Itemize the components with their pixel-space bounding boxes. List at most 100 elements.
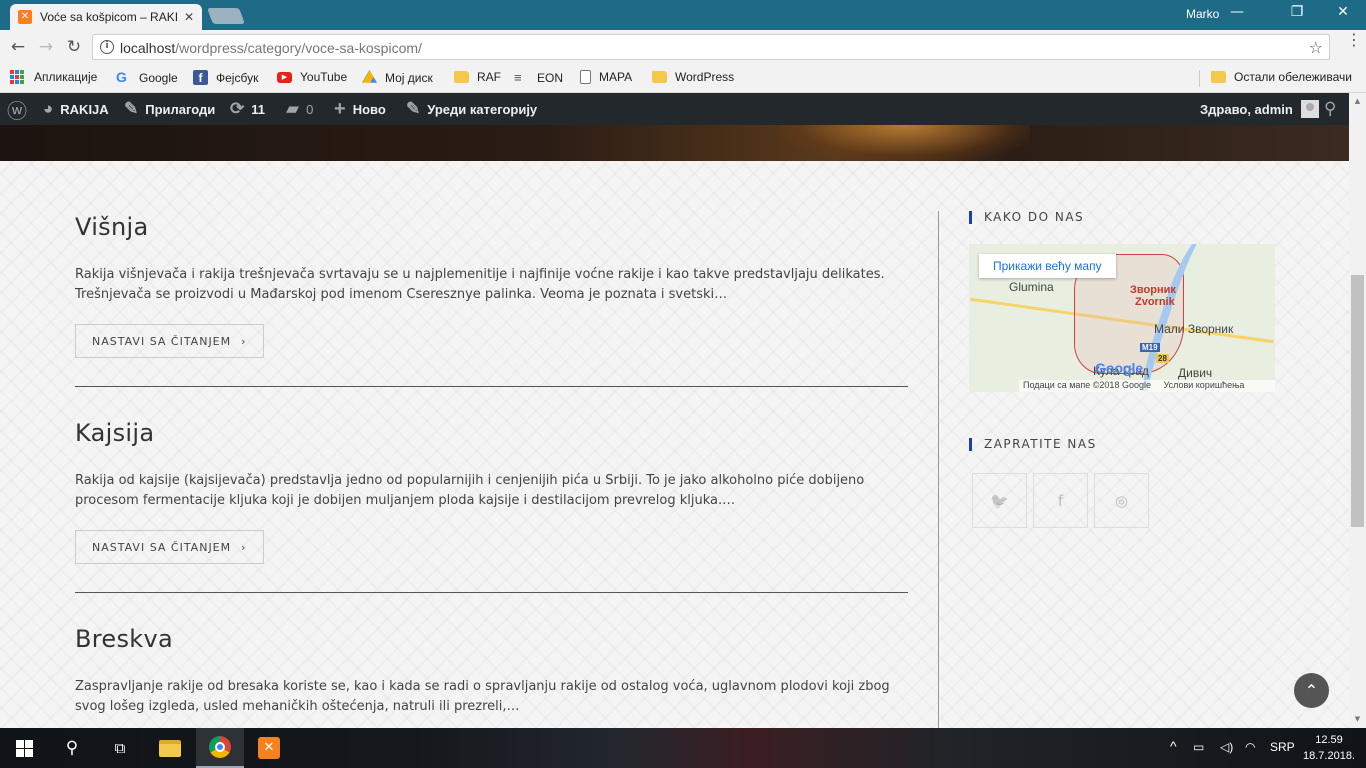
folder-icon [1211, 71, 1226, 83]
bookmark-youtube[interactable]: ▶ YouTube [277, 70, 347, 84]
chrome-icon [209, 736, 231, 758]
bookmark-star-icon[interactable]: ☆ [1309, 38, 1323, 57]
google-icon: G [116, 69, 127, 85]
comments-button[interactable]: ▰ 0 [286, 93, 313, 125]
drive-icon [362, 70, 377, 83]
search-icon: ⚲ [65, 738, 79, 758]
post-title[interactable]: Višnja [75, 213, 908, 241]
clock-time: 12.59 [1315, 734, 1343, 746]
bookmark-eon[interactable]: ≡ EON [514, 70, 563, 85]
follow-widget-title: ZAPRATITE NAS [969, 438, 1097, 451]
read-more-button[interactable]: NASTAVI SA ČITANJEM › [75, 324, 264, 358]
profile-name[interactable]: Marko [1186, 7, 1219, 21]
task-view-button[interactable]: ⧉ [96, 728, 144, 768]
language-indicator[interactable]: SRP [1270, 740, 1295, 754]
comment-icon: ▰ [286, 99, 300, 118]
xampp-favicon-icon: ✕ [18, 10, 32, 24]
customize-button[interactable]: ✎ Прилагоди [124, 93, 215, 125]
forward-button[interactable]: → [36, 37, 56, 57]
view-larger-map-button[interactable]: Прикажи већу мапу [979, 254, 1116, 278]
youtube-icon: ▶ [277, 71, 292, 83]
facebook-button[interactable]: f [1033, 473, 1088, 528]
site-name-label: RAKIJA [60, 101, 109, 117]
chevron-right-icon: › [241, 540, 247, 554]
bookmark-separator [1199, 70, 1200, 87]
browser-menu-icon[interactable]: ⋮ [1346, 32, 1362, 48]
google-map[interactable]: Прикажи већу мапу Glumina Зворник Zvorni… [969, 244, 1275, 392]
new-content-button[interactable]: + Ново [334, 93, 386, 125]
close-window-button[interactable]: ✕ [1323, 4, 1363, 20]
restore-button[interactable]: ❐ [1277, 4, 1317, 20]
start-button[interactable] [0, 728, 48, 768]
chrome-taskbar-button[interactable] [196, 728, 244, 768]
tray-overflow-icon[interactable]: ^ [1170, 738, 1177, 754]
road-shield-m19: M19 [1140, 343, 1160, 352]
address-bar[interactable]: i localhost/wordpress/category/voce-sa-k… [92, 34, 1330, 60]
twitter-button[interactable]: 🐦 [972, 473, 1027, 528]
map-terms-link[interactable]: Услови коришћења [1163, 380, 1244, 390]
map-label-mali-zvornik: Мали Зворник [1154, 322, 1234, 336]
bookmark-other[interactable]: Остали обележивачи [1211, 70, 1352, 84]
double-chevron-up-icon: ⌃ [1304, 681, 1319, 700]
bookmark-google[interactable]: G Google [116, 70, 178, 85]
wordpress-icon: ⓦ [7, 100, 27, 123]
browser-tab-strip: ✕ Voće sa košpicom – RAKIJA ✕ Marko — ❐ … [0, 0, 1366, 30]
wifi-icon[interactable]: ◠ [1245, 740, 1255, 754]
task-view-icon: ⧉ [114, 739, 126, 757]
search-icon: ⚲ [1324, 99, 1337, 118]
scroll-to-top-button[interactable]: ⌃ [1294, 673, 1329, 708]
post-excerpt: Zaspravljanje rakije od bresaka koriste … [75, 679, 890, 714]
browser-tab[interactable]: ✕ Voće sa košpicom – RAKIJA ✕ [10, 4, 202, 30]
updates-button[interactable]: ⟳ 11 [230, 93, 265, 125]
map-label-zvornik-cyr: Зворник [1130, 284, 1176, 296]
bookmark-label: YouTube [300, 70, 348, 84]
avatar [1300, 100, 1319, 118]
clock[interactable]: 12.59 18.7.2018. [1300, 732, 1358, 764]
new-tab-button[interactable] [207, 8, 245, 24]
volume-icon[interactable]: ◁) [1220, 740, 1233, 754]
map-label-glumina: Glumina [1009, 280, 1054, 294]
scroll-thumb[interactable] [1351, 275, 1364, 527]
windows-logo-icon [15, 739, 33, 757]
read-more-label: NASTAVI SA ČITANJEM [92, 334, 232, 348]
bookmark-drive[interactable]: Мој диск [362, 70, 433, 85]
minimize-button[interactable]: — [1217, 4, 1257, 20]
site-name-button[interactable]: ◕ RAKIJA [43, 93, 109, 125]
map-widget-title: KAKO DO NAS [969, 211, 1084, 224]
bookmark-apps[interactable]: Апликације [10, 70, 97, 84]
folder-icon [652, 71, 667, 83]
bookmark-wordpress[interactable]: WordPress [652, 70, 734, 84]
file-explorer-button[interactable] [146, 728, 194, 768]
bookmark-mapa[interactable]: MAPA [580, 70, 632, 84]
wp-logo-button[interactable]: ⓦ [7, 93, 34, 125]
tab-title: Voće sa košpicom – RAKIJA [40, 10, 178, 24]
xampp-taskbar-button[interactable]: ✕ [245, 728, 293, 768]
pencil-icon: ✎ [406, 99, 421, 118]
scroll-down-arrow-icon[interactable]: ▼ [1349, 711, 1366, 728]
back-button[interactable]: ← [8, 37, 28, 57]
bookmark-label: Остали обележивачи [1234, 70, 1352, 84]
edit-category-button[interactable]: ✎ Уреди категорију [406, 93, 537, 125]
map-label-divic: Дивич [1178, 366, 1213, 380]
bookmark-label: MAPA [599, 70, 633, 84]
bookmark-label: RAF [477, 70, 501, 84]
road-shield-28: 28 [1156, 354, 1169, 363]
instagram-button[interactable]: ◎ [1094, 473, 1149, 528]
post-title[interactable]: Kajsija [75, 419, 908, 447]
tab-close-icon[interactable]: ✕ [184, 10, 194, 24]
bookmark-raf[interactable]: RAF [454, 70, 501, 84]
scroll-up-arrow-icon[interactable]: ▲ [1349, 93, 1366, 110]
admin-search-button[interactable]: ⚲ [1324, 93, 1336, 125]
site-info-icon[interactable]: i [100, 40, 114, 54]
greeting-label: Здраво, admin [1200, 101, 1293, 117]
bookmark-facebook[interactable]: f Фејсбук [193, 70, 258, 85]
page-icon [580, 70, 591, 84]
url-text[interactable]: localhost/wordpress/category/voce-sa-kos… [120, 40, 422, 56]
reload-button[interactable]: ↻ [64, 37, 84, 57]
read-more-button[interactable]: NASTAVI SA ČITANJEM › [75, 530, 264, 564]
page-scrollbar[interactable]: ▲ ▼ [1349, 93, 1366, 728]
search-button[interactable]: ⚲ [48, 728, 96, 768]
battery-icon[interactable]: ▭ [1193, 740, 1204, 754]
my-account-button[interactable]: Здраво, admin [1200, 93, 1319, 125]
post-title[interactable]: Breskva [75, 625, 908, 653]
